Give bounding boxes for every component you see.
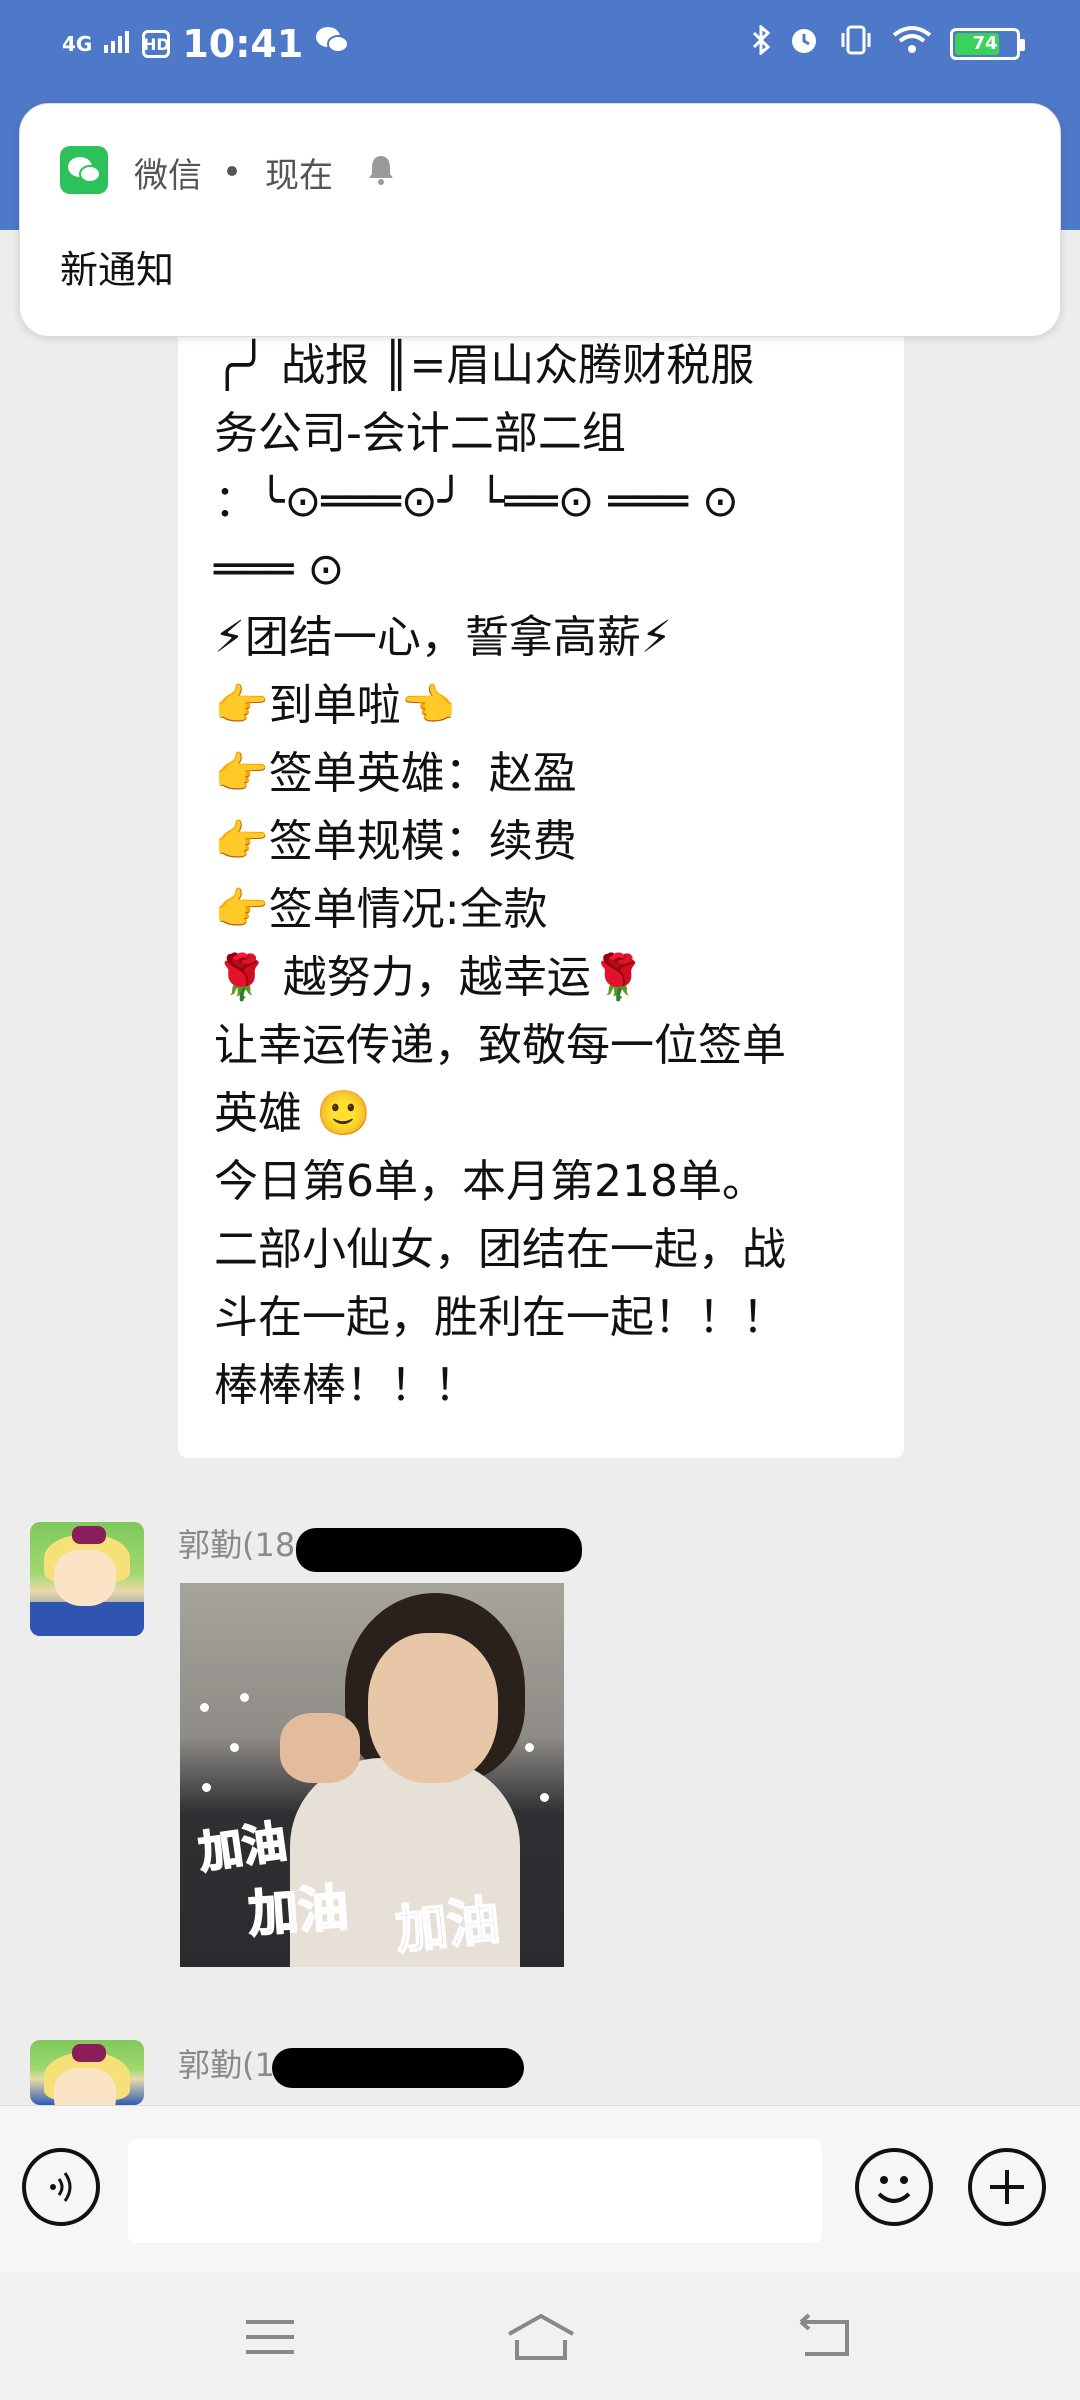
message-input[interactable]: [128, 2139, 822, 2243]
notification-banner[interactable]: 微信 现在 新通知: [19, 103, 1061, 337]
chat-input-bar: [0, 2105, 1080, 2273]
message-line: 👉签单规模：续费: [214, 816, 577, 867]
avatar-face: [54, 2068, 116, 2105]
notification-time: 现在: [265, 156, 333, 196]
redaction-mark: [296, 1528, 582, 1572]
status-left: 4G HD 10:41: [62, 18, 350, 70]
message-line: 斗在一起，胜利在一起！！！: [214, 1292, 786, 1343]
add-icon[interactable]: [968, 2148, 1046, 2226]
pattern-dot: [540, 1793, 549, 1802]
message-line: 务公司-会计二部二组: [214, 408, 626, 459]
sender-name: 郭勤(18: [178, 1526, 296, 1564]
pattern-dot: [230, 1743, 239, 1752]
voice-input-icon[interactable]: [22, 2148, 100, 2226]
avatar-bow: [72, 2044, 106, 2062]
wifi-icon: [892, 25, 932, 63]
battery-icon: 74: [950, 28, 1025, 60]
message-line: 👉到单啦👈: [214, 680, 456, 731]
sticker-caption: 加油: [195, 1815, 291, 1880]
message-line: 👉签单英雄：赵盈: [214, 748, 577, 799]
notification-app-name: 微信: [134, 156, 202, 196]
message-line: 棒棒棒！！！: [214, 1360, 478, 1411]
status-right: 74: [752, 18, 1025, 70]
message-line: ⚡团结一心，誓拿高薪⚡: [214, 612, 672, 663]
avatar[interactable]: [30, 2040, 144, 2105]
message-line: 二部小仙女，团结在一起，战: [214, 1224, 786, 1275]
wechat-status-icon: [315, 25, 350, 63]
pattern-dot: [525, 1743, 534, 1752]
message-line: ═══ ⊙: [214, 544, 345, 595]
message-line: 英雄 🙂: [214, 1088, 371, 1139]
sticker-caption: 加油: [392, 1890, 504, 1963]
message-bubble[interactable]: ╭╯ 战报 ║=眉山众腾财税服 务公司-会计二部二组 ：╰⊙═══⊙╯ └══⊙…: [178, 320, 904, 1458]
message-line: 让幸运传递，致敬每一位签单: [214, 1020, 786, 1071]
hd-icon: HD: [142, 30, 171, 58]
back-icon[interactable]: [795, 2312, 855, 2362]
message-line: 👉签单情况:全款: [214, 884, 548, 935]
sticker-image[interactable]: 加油 加油 加油: [180, 1583, 564, 1967]
message-line: ╭╯ 战报 ║=眉山众腾财税服: [214, 340, 755, 391]
message-line: ：╰⊙═══⊙╯ └══⊙ ═══ ⊙: [214, 476, 739, 527]
message-line: 今日第6单，本月第218单。: [214, 1156, 766, 1207]
system-nav-bar: [0, 2272, 1080, 2400]
clock: 10:41: [182, 22, 304, 66]
avatar-face: [54, 1550, 116, 1606]
separator-dot: [227, 166, 237, 176]
emoji-icon[interactable]: [855, 2148, 933, 2226]
signal-indicator: 4G: [62, 32, 93, 56]
wechat-app-icon: [60, 146, 108, 194]
avatar[interactable]: [30, 1522, 144, 1636]
avatar-body: [30, 1602, 144, 1636]
home-icon[interactable]: [505, 2312, 577, 2362]
bell-icon: [365, 152, 397, 186]
signal-bars-icon: [104, 31, 130, 57]
sender-name: 郭勤(1: [178, 2046, 275, 2084]
message-line: 🌹 越努力，越幸运🌹: [214, 952, 646, 1003]
bluetooth-icon: [752, 23, 771, 63]
battery-level: 74: [972, 33, 998, 54]
sticker-caption: 加油: [245, 1878, 351, 1945]
redaction-mark: [272, 2048, 524, 2088]
pattern-dot: [240, 1693, 249, 1702]
vibrate-icon: [838, 25, 874, 63]
notification-body: 新通知: [60, 248, 175, 292]
avatar-bow: [72, 1526, 106, 1544]
pattern-dot: [200, 1703, 209, 1712]
child-face: [368, 1633, 498, 1783]
menu-icon[interactable]: [240, 2312, 300, 2362]
pattern-dot: [202, 1783, 211, 1792]
alarm-icon: [788, 24, 820, 64]
child-fist: [280, 1713, 360, 1783]
